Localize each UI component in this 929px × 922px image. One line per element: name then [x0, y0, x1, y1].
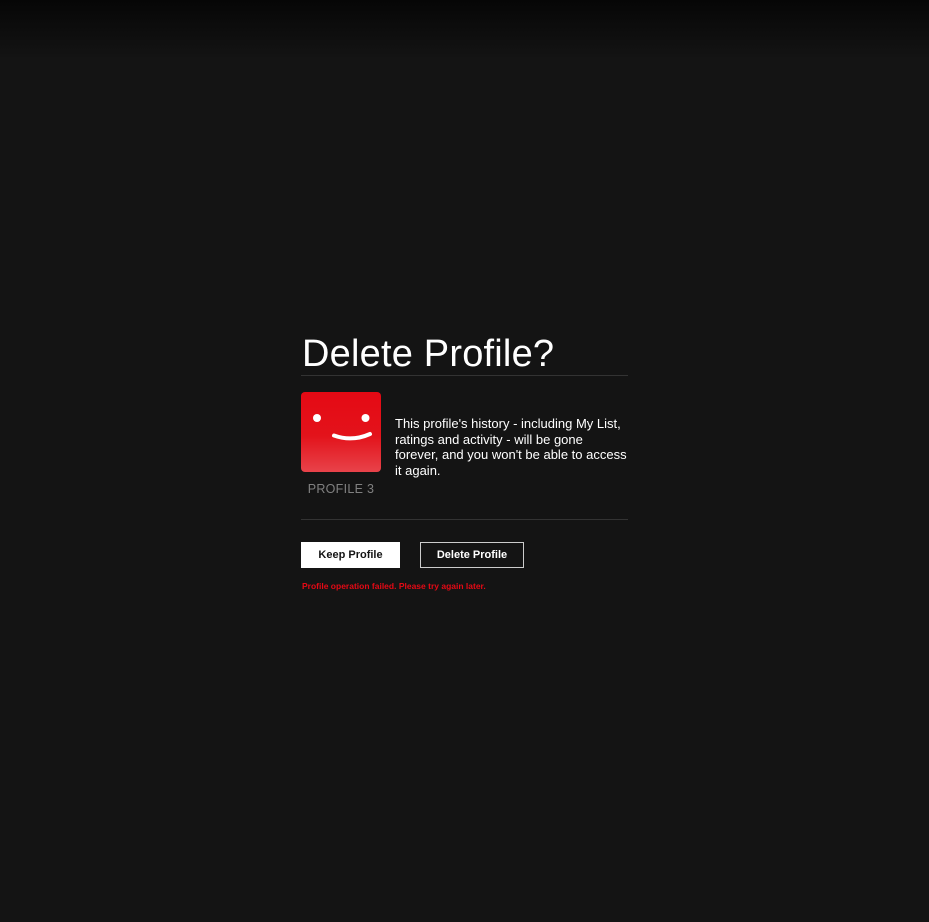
profile-name: PROFILE 3: [307, 482, 375, 496]
dialog-actions: Keep Profile Delete Profile Profile oper…: [301, 542, 628, 592]
profile-summary: PROFILE 3 This profile's history - inclu…: [301, 376, 628, 519]
delete-profile-button[interactable]: Delete Profile: [420, 542, 524, 568]
top-gradient: [0, 0, 929, 60]
keep-profile-button[interactable]: Keep Profile: [301, 542, 400, 568]
delete-warning-text: This profile's history - including My Li…: [395, 416, 627, 478]
smiley-face-icon: [313, 414, 372, 441]
avatar: [301, 392, 381, 472]
delete-profile-dialog: Delete Profile? PROFILE 3 This profile's…: [301, 333, 628, 592]
divider-bottom: [301, 519, 628, 520]
error-message: Profile operation failed. Please try aga…: [302, 581, 486, 591]
profile-entry: PROFILE 3: [301, 392, 381, 496]
page-title: Delete Profile?: [302, 333, 555, 375]
